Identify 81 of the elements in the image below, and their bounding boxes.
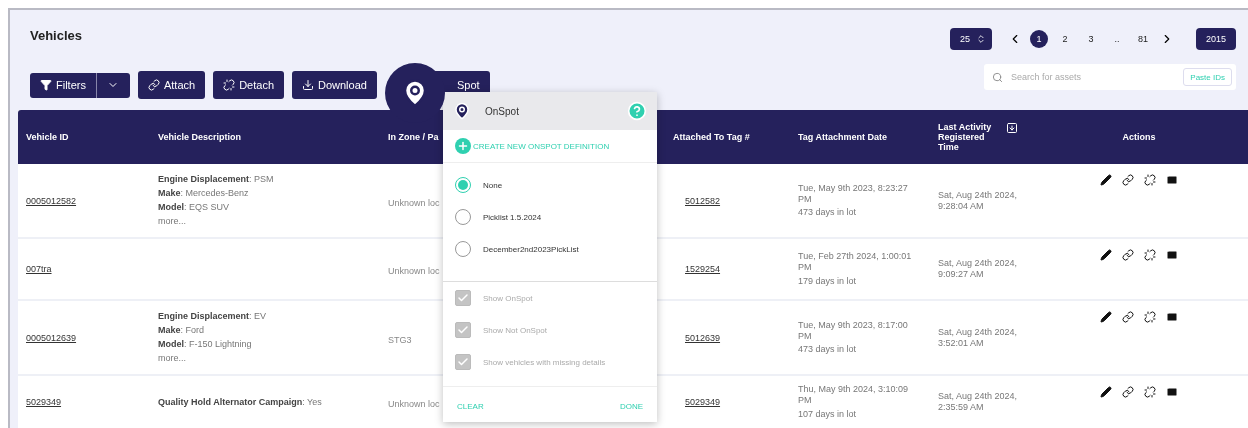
tag-link[interactable]: 5012582 <box>685 195 782 206</box>
attach-button[interactable]: Attach <box>137 71 206 99</box>
download-button[interactable]: Download <box>292 71 377 99</box>
days-in-lot: 473 days in lot <box>798 207 858 219</box>
column-header: Vehicle ID <box>26 132 69 142</box>
download-icon <box>302 79 314 91</box>
check-icon <box>457 292 469 304</box>
last-activity-time: Sat, Aug 24th 2024, 2:35:59 AM <box>938 391 1019 413</box>
page-link[interactable]: 2 <box>1055 30 1074 48</box>
attachment-date: Tue, May 9th 2023, 8:17:00 PM <box>798 319 909 342</box>
attachment-date: Tue, Feb 27th 2024, 1:00:01 PM <box>798 251 913 273</box>
edit-icon[interactable] <box>1100 386 1112 398</box>
unlink-icon[interactable] <box>1144 174 1156 186</box>
description-line: Make: Ford <box>158 325 206 336</box>
last-activity-time: Sat, Aug 24th 2024, 3:52:01 AM <box>938 326 1019 349</box>
description-line: Quality Hold Alternator Campaign: Yes <box>158 396 323 408</box>
link-icon[interactable] <box>1122 174 1134 186</box>
page-link[interactable]: .. <box>1107 30 1126 48</box>
unlink-icon <box>223 79 236 91</box>
page-link[interactable]: 3 <box>1081 30 1100 48</box>
radio-option[interactable]: December2nd2023PickList <box>443 233 657 265</box>
check-icon <box>457 356 469 368</box>
days-in-lot: 179 days in lot <box>798 275 858 287</box>
column-header: Last Activity Registered Time <box>938 122 993 152</box>
zone-cell: Unknown loc <box>388 266 440 276</box>
radio-option[interactable]: None <box>443 169 657 201</box>
unlink-icon[interactable] <box>1144 311 1156 323</box>
description-line: Model: EQS SUV <box>158 202 230 213</box>
column-header: Attached To Tag # <box>673 132 750 142</box>
up-down-icon <box>975 34 986 44</box>
description-line: Engine Displacement: EV <box>158 311 268 323</box>
edit-icon[interactable] <box>1100 174 1112 186</box>
days-in-lot: 473 days in lot <box>798 344 858 356</box>
vehicle-id-link[interactable]: 0005012639 <box>26 332 142 343</box>
page-link[interactable]: 1 <box>1029 30 1048 48</box>
plus-icon <box>455 138 471 154</box>
tag-link[interactable]: 1529254 <box>685 264 782 274</box>
page-title: Vehicles <box>30 28 84 43</box>
zone-cell: Unknown loc <box>388 399 440 409</box>
column-header: Vehicle Description <box>158 132 242 142</box>
filter-icon <box>40 79 52 91</box>
vehicle-id-link[interactable]: 0005012582 <box>26 195 142 206</box>
unlink-icon[interactable] <box>1144 249 1156 261</box>
popup-title: OnSpot <box>485 105 519 117</box>
column-header: Tag Attachment Date <box>798 132 887 142</box>
column-header: Actions <box>1122 132 1156 142</box>
link-icon <box>147 79 160 91</box>
total-count: 2015 <box>1195 28 1236 50</box>
more-link[interactable]: more... <box>158 215 372 227</box>
unlink-icon[interactable] <box>1144 386 1156 398</box>
sort-icon[interactable] <box>1006 122 1018 134</box>
description-line: Model: F-150 Lightning <box>158 339 253 350</box>
check-icon <box>457 324 469 336</box>
description-line: Engine Displacement: PSM <box>158 174 275 186</box>
days-in-lot: 107 days in lot <box>798 408 858 420</box>
location-pin-icon <box>453 102 471 120</box>
filters-button[interactable]: Filters <box>30 72 96 98</box>
zone-cell: STG3 <box>388 334 412 345</box>
edit-icon[interactable] <box>1100 249 1112 261</box>
tag-link[interactable]: 5029349 <box>685 397 782 407</box>
last-activity-time: Sat, Aug 24th 2024, 9:09:27 AM <box>938 258 1019 280</box>
radio-option[interactable]: Picklist 1.5.2024 <box>443 201 657 233</box>
more-link[interactable]: more... <box>158 352 372 364</box>
vehicle-id-link[interactable]: 5029349 <box>26 397 142 407</box>
link-icon[interactable] <box>1122 386 1134 398</box>
detach-button[interactable]: Detach <box>213 71 284 99</box>
edit-icon[interactable] <box>1100 311 1112 323</box>
dropdown-button[interactable] <box>95 72 130 98</box>
description-line: Make: Mercedes-Benz <box>158 188 250 199</box>
attachment-date: Tue, May 9th 2023, 8:23:27 PM <box>798 182 909 205</box>
last-activity-time: Sat, Aug 24th 2024, 9:28:04 AM <box>938 189 1019 212</box>
tag-link[interactable]: 5012639 <box>685 332 782 343</box>
search-icon <box>992 71 1003 83</box>
column-header: In Zone / Pa <box>388 132 439 142</box>
link-icon[interactable] <box>1122 249 1134 261</box>
zone-cell: Unknown loc <box>388 197 440 208</box>
page-link[interactable]: 81 <box>1133 30 1152 48</box>
attachment-date: Thu, May 9th 2024, 3:10:09 PM <box>798 384 910 406</box>
page-size-select[interactable]: 25 <box>949 28 992 50</box>
vehicle-id-link[interactable]: 007tra <box>26 264 142 274</box>
link-icon[interactable] <box>1122 311 1134 323</box>
